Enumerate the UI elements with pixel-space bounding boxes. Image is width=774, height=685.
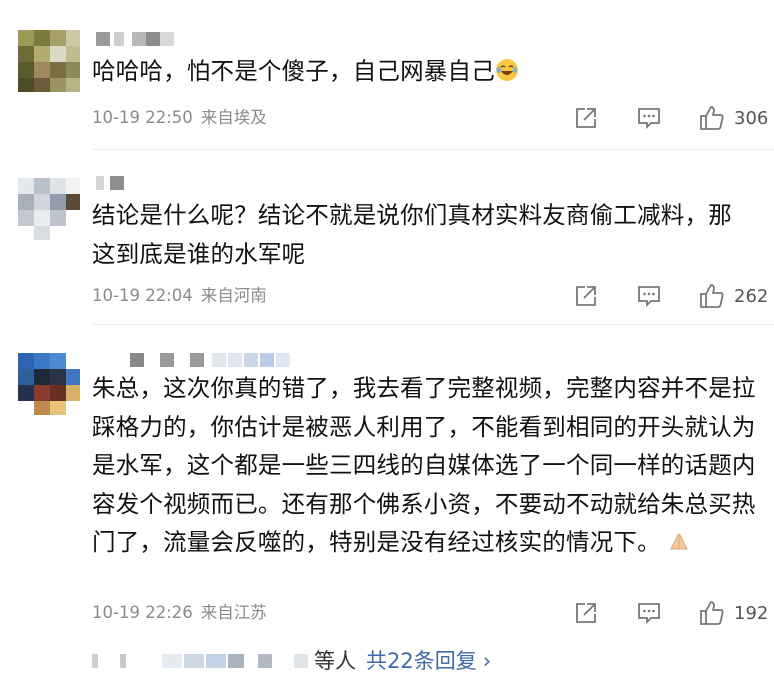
comment-item: 哈哈哈，怕不是个傻子，自己网暴自己 10-19 22:50 来自埃及 306 (0, 0, 774, 150)
share-icon (576, 286, 596, 306)
avatar[interactable] (18, 30, 80, 92)
like-button[interactable]: 306 (698, 104, 768, 132)
comment-location: 来自河南 (200, 286, 267, 305)
like-button[interactable]: 262 (698, 282, 768, 310)
comment-button[interactable] (636, 282, 662, 310)
comment-text-body: 结论是什么呢？结论不就是说你们真材实料友商偷工减料，那这到底是谁的水军呢 (92, 201, 732, 268)
avatar[interactable] (18, 353, 80, 415)
comment-location: 来自埃及 (200, 108, 267, 127)
comment-icon (638, 603, 660, 625)
comment-text: 朱总，这次你真的错了，我去看了完整视频，完整内容并不是拉踩格力的，你估计是被恶人… (92, 369, 762, 562)
chevron-right-icon[interactable]: › (483, 649, 491, 673)
comment-actions: 262 (570, 282, 770, 310)
comment-meta: 10-19 22:50 来自埃及 (92, 106, 267, 130)
username-blurred[interactable] (92, 32, 332, 50)
blurred-replier-names (92, 654, 98, 668)
comment-button[interactable] (636, 599, 662, 627)
share-icon (576, 108, 596, 128)
comment-time: 10-19 22:50 (92, 108, 193, 127)
share-button[interactable] (573, 282, 599, 310)
view-replies-link[interactable]: 共22条回复 (366, 649, 477, 673)
comment-item: 朱总，这次你真的错了，我去看了完整视频，完整内容并不是拉踩格力的，你估计是被恶人… (0, 325, 774, 645)
like-button[interactable]: 192 (698, 599, 768, 627)
share-button[interactable] (573, 599, 599, 627)
comment-icon (638, 108, 660, 130)
share-button[interactable] (573, 104, 599, 132)
comment-location: 来自江苏 (200, 603, 267, 622)
comment-button[interactable] (636, 104, 662, 132)
comment-text-body: 朱总，这次你真的错了，我去看了完整视频，完整内容并不是拉踩格力的，你估计是被恶人… (92, 374, 756, 556)
comment-icon (638, 286, 660, 308)
like-count: 306 (734, 107, 769, 129)
thumbs-up-icon (700, 284, 724, 308)
comment-actions: 306 (570, 104, 770, 132)
like-count: 192 (734, 602, 769, 624)
comment-item: 结论是什么呢？结论不就是说你们真材实料友商偷工减料，那这到底是谁的水军呢 10-… (0, 150, 774, 325)
laughing-tears-emoji (495, 59, 518, 81)
replies-suffix: 等人 (314, 649, 356, 673)
comment-time: 10-19 22:26 (92, 603, 193, 622)
praying-hands-emoji (670, 533, 688, 550)
replies-summary-text: 等人 共22条回复 › (314, 648, 491, 674)
comment-time: 10-19 22:04 (92, 286, 193, 305)
username-blurred[interactable] (92, 176, 332, 194)
thumbs-up-icon (700, 106, 724, 130)
comment-actions: 192 (570, 599, 770, 627)
comment-meta: 10-19 22:04 来自河南 (92, 284, 267, 308)
share-icon (576, 603, 596, 623)
thumbs-up-icon (700, 601, 724, 625)
comment-text: 结论是什么呢？结论不就是说你们真材实料友商偷工减料，那这到底是谁的水军呢 (92, 196, 752, 273)
like-count: 262 (734, 285, 769, 307)
replies-summary[interactable]: 等人 共22条回复 › (92, 646, 772, 676)
comment-text-body: 哈哈哈，怕不是个傻子，自己网暴自己 (92, 57, 495, 85)
avatar[interactable] (18, 178, 80, 240)
comment-text: 哈哈哈，怕不是个傻子，自己网暴自己 (92, 52, 762, 91)
comment-meta: 10-19 22:26 来自江苏 (92, 601, 267, 625)
